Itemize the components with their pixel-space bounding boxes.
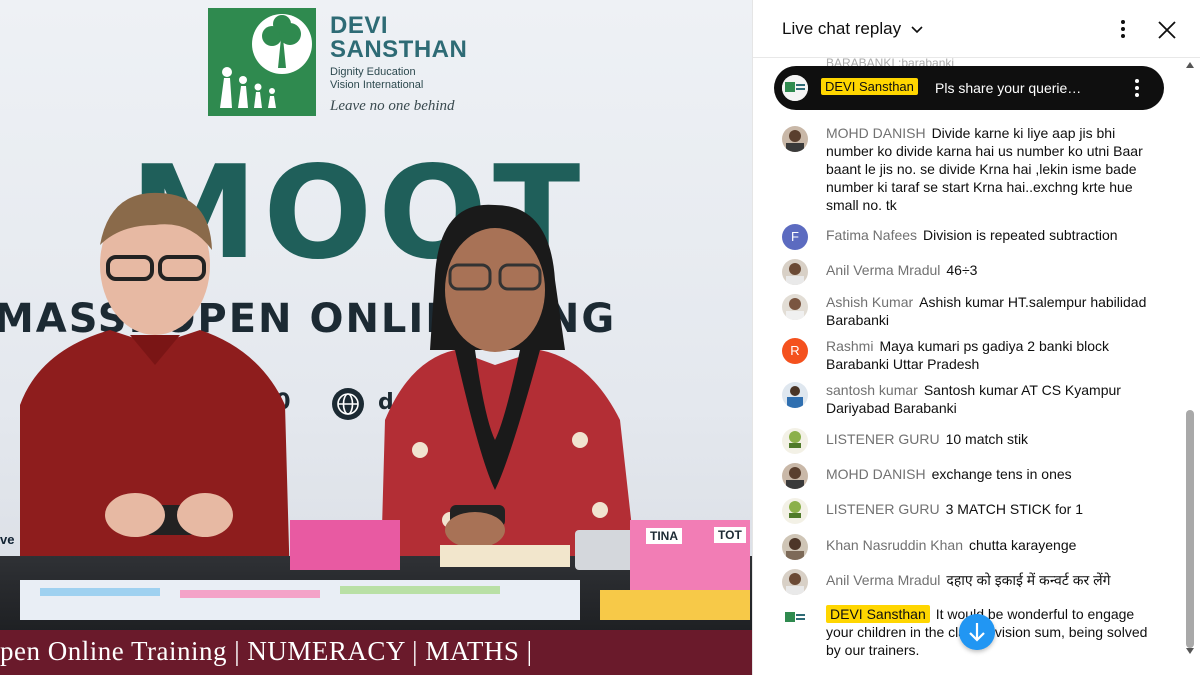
chat-message-list[interactable]: MOHD DANISH Divide karne ki liye aap jis … xyxy=(753,114,1183,664)
pinned-message-banner[interactable]: DEVI Sansthan Pls share your querie… xyxy=(774,66,1164,110)
scroll-thumb[interactable] xyxy=(1186,410,1194,648)
devi-sansthan-logo: DEVI SANSTHAN Dignity Education Vision I… xyxy=(208,8,468,118)
logo-title: DEVI SANSTHAN xyxy=(330,12,468,63)
chat-author[interactable]: LISTENER GURU xyxy=(826,501,940,517)
chat-author[interactable]: Ashish Kumar xyxy=(826,294,913,310)
chat-scrollbar[interactable] xyxy=(1183,58,1197,663)
chat-message: MOHD DANISH exchange tens in ones xyxy=(753,463,1183,491)
chat-author[interactable]: Fatima Nafees xyxy=(826,227,917,243)
chat-text: 46÷3 xyxy=(946,262,978,278)
scroll-up-arrow-icon[interactable] xyxy=(1186,62,1194,68)
logo-tagline: Leave no one behind xyxy=(330,98,455,114)
avatar[interactable] xyxy=(782,534,808,560)
chat-message: R Rashmi Maya kumari ps gadiya 2 banki bl… xyxy=(753,337,1183,377)
chat-text: 3 MATCH STICK for 1 xyxy=(945,501,1084,517)
chat-message: LISTENER GURU 10 match stik xyxy=(753,428,1183,456)
avatar[interactable] xyxy=(782,428,808,454)
prop-card-tot: TOT xyxy=(714,527,746,543)
jump-to-latest-button[interactable] xyxy=(959,614,995,650)
more-vert-icon[interactable] xyxy=(1115,18,1131,40)
logo-subtitle: Dignity Education Vision International xyxy=(330,66,424,91)
chat-mode-selector[interactable]: Live chat replay xyxy=(782,19,901,39)
avatar[interactable]: R xyxy=(782,338,808,364)
chevron-down-icon[interactable] xyxy=(909,21,925,37)
chat-author[interactable]: Rashmi xyxy=(826,338,873,354)
chat-author[interactable]: MOHD DANISH xyxy=(826,466,926,482)
chat-message: F Fatima Nafees Division is repeated subt… xyxy=(753,224,1183,252)
chat-message: Anil Verma Mradul 46÷3 xyxy=(753,259,1183,287)
avatar[interactable] xyxy=(782,605,808,631)
chat-message: Anil Verma Mradul दहाए को इकाई में कन्वर्… xyxy=(753,569,1183,597)
tree-logo-icon xyxy=(208,8,316,116)
chat-message: MOHD DANISH Divide karne ki liye aap jis … xyxy=(753,124,1183,216)
avatar[interactable] xyxy=(782,498,808,524)
chat-text: 10 match stik xyxy=(945,431,1029,447)
avatar[interactable] xyxy=(782,569,808,595)
prop-sign-left: ve xyxy=(0,532,15,547)
prop-card-tina: TINA xyxy=(646,528,682,544)
avatar[interactable] xyxy=(782,382,808,408)
chat-author[interactable]: Anil Verma Mradul xyxy=(826,572,940,588)
chat-text: दहाए को इकाई में कन्वर्ट कर लेंगे xyxy=(946,572,1111,588)
avatar[interactable] xyxy=(782,294,808,320)
live-chat-panel: Live chat replay BARABANKI :barabanki MO… xyxy=(752,0,1200,675)
chat-header: Live chat replay xyxy=(753,0,1200,58)
close-icon[interactable] xyxy=(1155,18,1179,42)
pinned-avatar xyxy=(782,75,808,101)
avatar[interactable] xyxy=(782,126,808,152)
chat-author[interactable]: LISTENER GURU xyxy=(826,431,940,447)
video-player[interactable]: DEVI SANSTHAN Dignity Education Vision I… xyxy=(0,0,752,675)
chat-author[interactable]: Anil Verma Mradul xyxy=(826,262,940,278)
avatar[interactable] xyxy=(782,463,808,489)
chat-message: Khan Nasruddin Khan chutta karayenge xyxy=(753,534,1183,562)
table-props xyxy=(20,520,750,620)
chat-text: chutta karayenge xyxy=(969,537,1077,553)
chat-message: LISTENER GURU 3 MATCH STICK for 1 xyxy=(753,498,1183,526)
chat-author[interactable]: Khan Nasruddin Khan xyxy=(826,537,963,553)
scroll-down-arrow-icon[interactable] xyxy=(1186,648,1194,654)
chat-message: Ashish Kumar Ashish kumar HT.salempur hab… xyxy=(753,293,1183,333)
chat-author[interactable]: MOHD DANISH xyxy=(826,125,926,141)
chat-author-owner[interactable]: DEVI Sansthan xyxy=(826,605,930,623)
avatar[interactable]: F xyxy=(782,224,808,250)
chat-text: Division is repeated subtraction xyxy=(923,227,1118,243)
chat-author[interactable]: santosh kumar xyxy=(826,382,918,398)
chat-message: santosh kumar Santosh kumar AT CS Kyampur… xyxy=(753,381,1183,421)
avatar[interactable] xyxy=(782,259,808,285)
pinned-author: DEVI Sansthan xyxy=(821,78,918,95)
ticker-text: pen Online Training | NUMERACY | MATHS | xyxy=(0,636,533,666)
pinned-text: Pls share your querie… xyxy=(935,80,1082,96)
globe-icon xyxy=(332,388,364,420)
chat-text: exchange tens in ones xyxy=(931,466,1072,482)
more-vert-icon[interactable] xyxy=(1131,78,1143,98)
